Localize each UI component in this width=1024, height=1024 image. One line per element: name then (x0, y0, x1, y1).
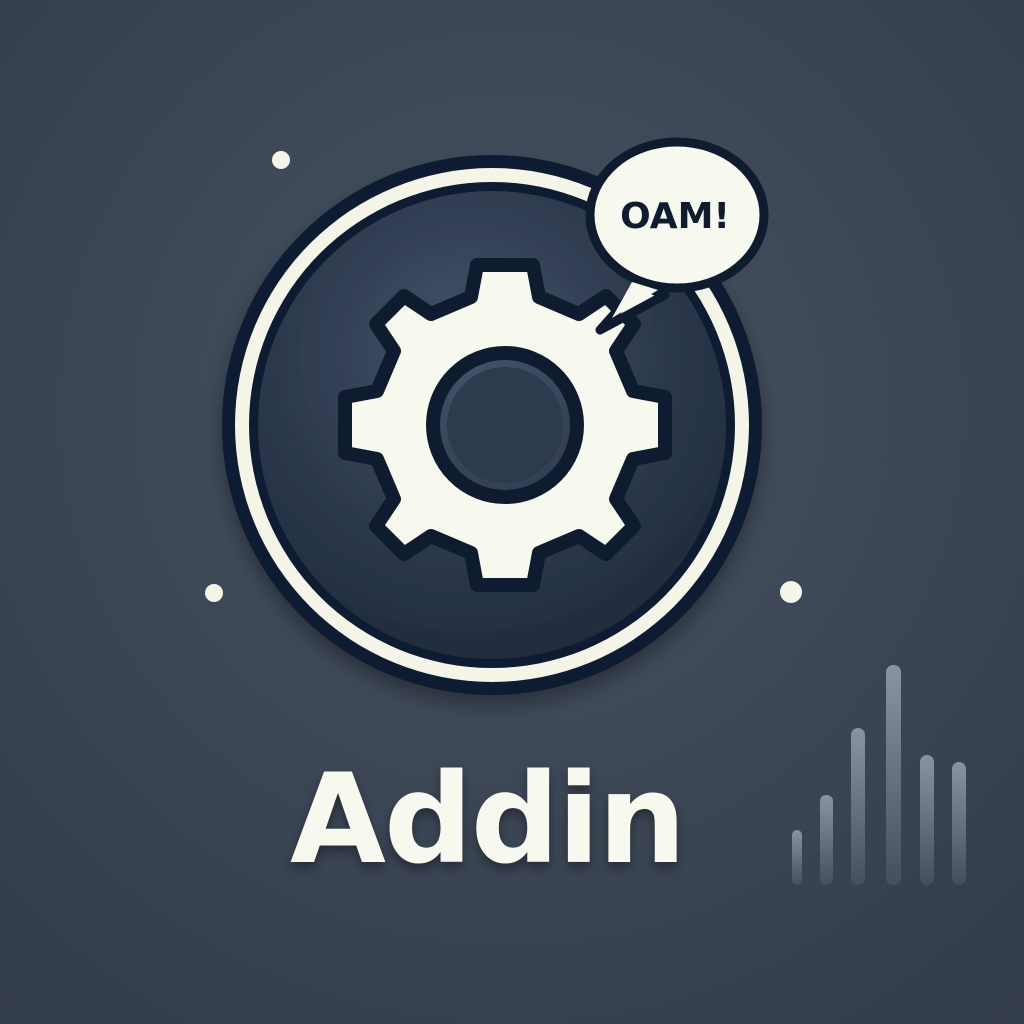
sparkle-dot (780, 581, 802, 603)
sparkle-dot (205, 584, 223, 602)
sparkle-dot (272, 151, 290, 169)
signal-bars-icon (792, 665, 966, 885)
speech-bubble-text: OAM! (620, 196, 730, 237)
brand-wordmark: Addin (290, 748, 686, 892)
